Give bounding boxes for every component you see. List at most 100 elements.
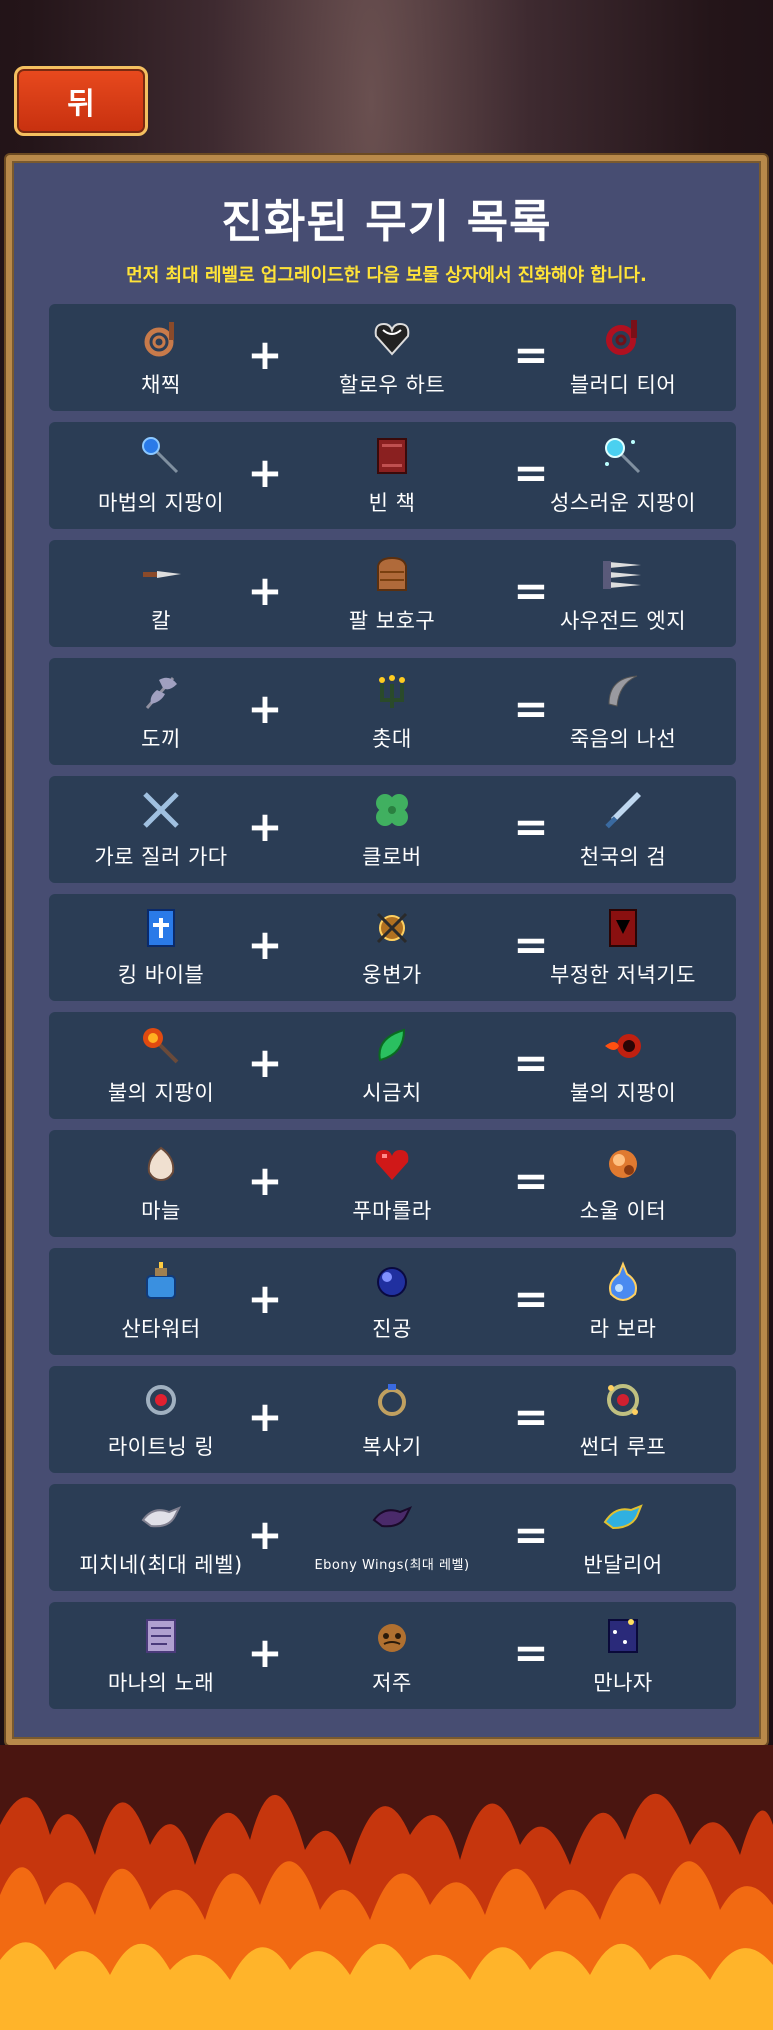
ingredient-1-label: 칼 bbox=[151, 609, 171, 633]
recipe-list: 채찍 할로우 하트 블러디 티어 + = 마법의 지팡이 빈 책 성스러운 지팡이 + = 칼 팔 보… bbox=[49, 304, 736, 1720]
ingredient-1-label: 채찍 bbox=[141, 373, 181, 397]
recipe-row: 산타워터 진공 라 보라 + = bbox=[49, 1248, 736, 1355]
santa-water-icon bbox=[138, 1259, 184, 1305]
ingredient-1: 마늘 bbox=[46, 1130, 276, 1237]
ingredient-2-label: 촛대 bbox=[372, 727, 412, 751]
result-label: 사우전드 엣지 bbox=[559, 609, 687, 633]
unholy-vespers-icon bbox=[600, 905, 646, 951]
plus-sign: + bbox=[247, 1155, 283, 1205]
ingredient-1-label: 마법의 지팡이 bbox=[97, 491, 225, 515]
equals-sign: = bbox=[513, 447, 549, 497]
peachone-icon bbox=[138, 1495, 184, 1541]
recipe-row: 킹 바이블 웅변가 부정한 저녁기도 + = bbox=[49, 894, 736, 1001]
recipe-row: 마나의 노래 저주 만나자 + = bbox=[49, 1602, 736, 1709]
panel-title: 진화된 무기 목록 bbox=[221, 195, 552, 248]
soul-eater-icon bbox=[600, 1141, 646, 1187]
ingredient-2-label: 웅변가 bbox=[362, 963, 422, 987]
ingredient-2-label: 시금치 bbox=[362, 1081, 422, 1105]
whip-icon bbox=[138, 315, 184, 361]
ingredient-2: 빈 책 bbox=[277, 422, 507, 529]
plus-sign: + bbox=[247, 447, 283, 497]
plus-sign: + bbox=[247, 565, 283, 615]
ingredient-1-label: 킹 바이블 bbox=[117, 963, 205, 987]
ingredient-1: 칼 bbox=[46, 540, 276, 647]
plus-sign: + bbox=[247, 919, 283, 969]
equals-sign: = bbox=[513, 801, 549, 851]
recipe-row: 도끼 촛대 죽음의 나선 + = bbox=[49, 658, 736, 765]
ingredient-2-label: Ebony Wings(최대 레벨) bbox=[314, 1558, 470, 1573]
clover-icon bbox=[369, 787, 415, 833]
equals-sign: = bbox=[513, 1391, 549, 1441]
lightning-ring-icon bbox=[138, 1377, 184, 1423]
ingredient-1: 도끼 bbox=[46, 658, 276, 765]
song-of-mana-icon bbox=[138, 1613, 184, 1659]
ingredient-1: 마나의 노래 bbox=[46, 1602, 276, 1709]
hollow-heart-icon bbox=[369, 315, 415, 361]
ingredient-2-label: 복사기 bbox=[362, 1435, 422, 1459]
ingredient-1: 가로 질러 가다 bbox=[46, 776, 276, 883]
candelabrador-icon bbox=[369, 669, 415, 715]
panel-subtitle: 먼저 최대 레벨로 업그레이드한 다음 보물 상자에서 진화해야 합니다. bbox=[126, 265, 647, 286]
axe-icon bbox=[138, 669, 184, 715]
ingredient-2: 시금치 bbox=[277, 1012, 507, 1119]
result-label: 천국의 검 bbox=[579, 845, 667, 869]
recipe-row: 가로 질러 가다 클로버 천국의 검 + = bbox=[49, 776, 736, 883]
equals-sign: = bbox=[513, 1273, 549, 1323]
result-label: 만나자 bbox=[593, 1671, 653, 1695]
plus-sign: + bbox=[247, 1037, 283, 1087]
ingredient-2: 촛대 bbox=[277, 658, 507, 765]
ingredient-1: 산타워터 bbox=[46, 1248, 276, 1355]
equals-sign: = bbox=[513, 1037, 549, 1087]
equals-sign: = bbox=[513, 1627, 549, 1677]
spellbinder-icon bbox=[369, 905, 415, 951]
result-label: 라 보라 bbox=[589, 1317, 657, 1341]
curse-icon bbox=[369, 1613, 415, 1659]
ingredient-1-label: 불의 지팡이 bbox=[107, 1081, 215, 1105]
ingredient-2-label: 푸마롤라 bbox=[352, 1199, 432, 1223]
ingredient-1-label: 가로 질러 가다 bbox=[94, 845, 228, 869]
thousand-edge-icon bbox=[600, 551, 646, 597]
ingredient-2: 푸마롤라 bbox=[277, 1130, 507, 1237]
ingredient-1: 불의 지팡이 bbox=[46, 1012, 276, 1119]
back-button[interactable]: 뒤 bbox=[14, 66, 148, 136]
attractorb-icon bbox=[369, 1259, 415, 1305]
plus-sign: + bbox=[247, 683, 283, 733]
garlic-icon bbox=[138, 1141, 184, 1187]
result-label: 죽음의 나선 bbox=[569, 727, 677, 751]
ingredient-2: 웅변가 bbox=[277, 894, 507, 1001]
holy-wand-icon bbox=[600, 433, 646, 479]
ingredient-2: 복사기 bbox=[277, 1366, 507, 1473]
equals-sign: = bbox=[513, 1509, 549, 1559]
result-label: 불의 지팡이 bbox=[569, 1081, 677, 1105]
death-spiral-icon bbox=[600, 669, 646, 715]
bloody-tear-icon bbox=[600, 315, 646, 361]
result-label: 블러디 티어 bbox=[569, 373, 677, 397]
recipe-row: 마늘 푸마롤라 소울 이터 + = bbox=[49, 1130, 736, 1237]
thunder-loop-icon bbox=[600, 1377, 646, 1423]
ingredient-1-label: 라이트닝 링 bbox=[107, 1435, 215, 1459]
spinach-icon bbox=[369, 1023, 415, 1069]
equals-sign: = bbox=[513, 565, 549, 615]
plus-sign: + bbox=[247, 1273, 283, 1323]
ingredient-2: Ebony Wings(최대 레벨) bbox=[277, 1484, 507, 1591]
fire-background bbox=[0, 1745, 773, 2030]
bracer-icon bbox=[369, 551, 415, 597]
plus-sign: + bbox=[247, 1391, 283, 1441]
recipe-row: 칼 팔 보호구 사우전드 엣지 + = bbox=[49, 540, 736, 647]
ingredient-1-label: 마나의 노래 bbox=[107, 1671, 215, 1695]
ingredient-2-label: 저주 bbox=[372, 1671, 412, 1695]
la-borra-icon bbox=[600, 1259, 646, 1305]
ingredient-2-label: 클로버 bbox=[362, 845, 422, 869]
plus-sign: + bbox=[247, 329, 283, 379]
recipe-row: 라이트닝 링 복사기 썬더 루프 + = bbox=[49, 1366, 736, 1473]
recipe-row: 불의 지팡이 시금치 불의 지팡이 + = bbox=[49, 1012, 736, 1119]
knife-icon bbox=[138, 551, 184, 597]
ingredient-2: 클로버 bbox=[277, 776, 507, 883]
duplicator-icon bbox=[369, 1377, 415, 1423]
ingredient-2-label: 할로우 하트 bbox=[338, 373, 446, 397]
fire-wand-icon bbox=[138, 1023, 184, 1069]
result-label: 성스러운 지팡이 bbox=[550, 491, 696, 515]
recipe-row: 마법의 지팡이 빈 책 성스러운 지팡이 + = bbox=[49, 422, 736, 529]
ingredient-1-label: 피치네(최대 레벨) bbox=[79, 1553, 243, 1577]
ingredient-1-label: 마늘 bbox=[141, 1199, 181, 1223]
